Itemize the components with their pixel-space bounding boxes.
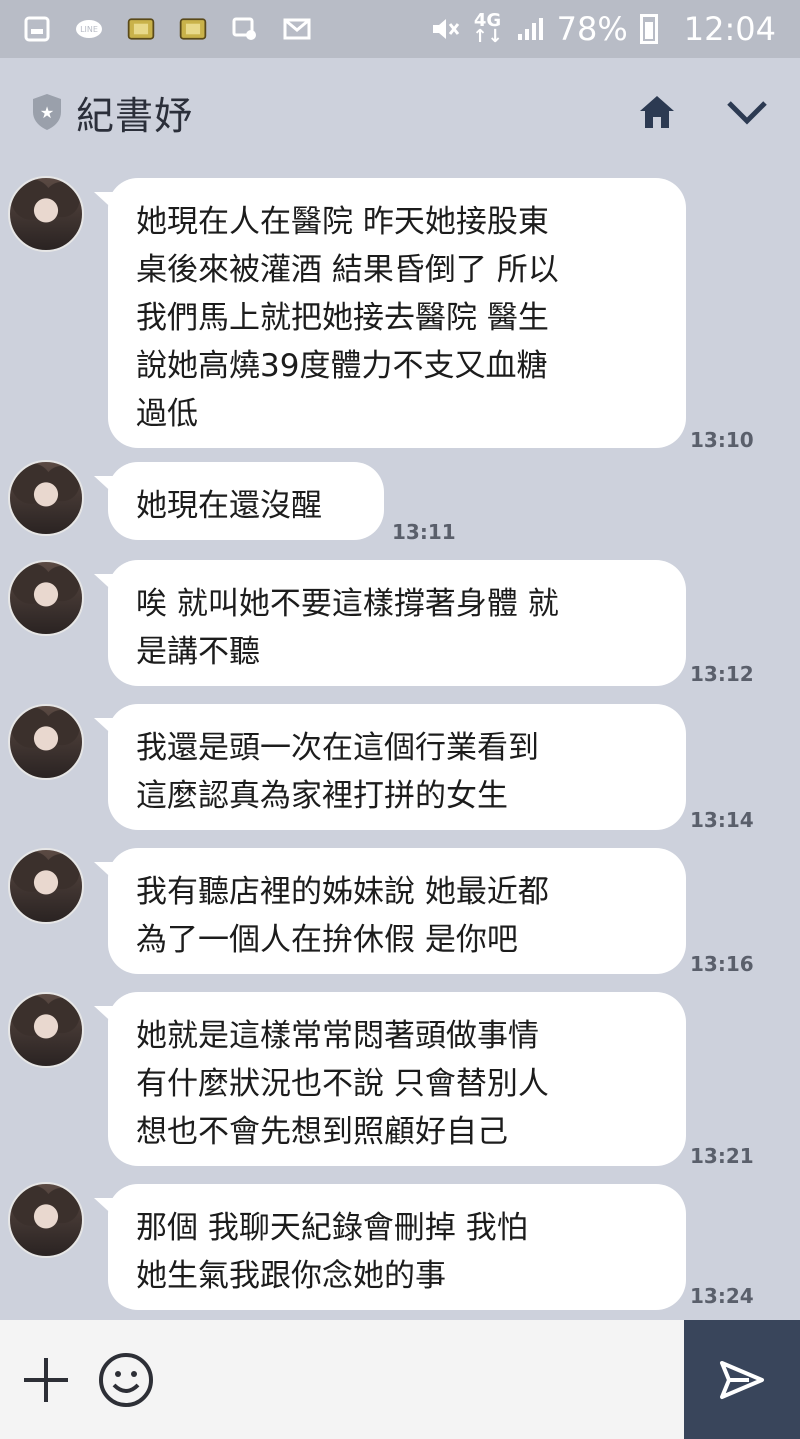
avatar[interactable] — [8, 460, 84, 536]
message-time: 13:21 — [690, 1144, 754, 1168]
send-icon — [720, 1360, 764, 1399]
message-time: 13:10 — [690, 428, 754, 452]
screenshot-icon — [230, 14, 260, 44]
message-list: 她現在人在醫院 昨天她接股東 桌後來被灌酒 結果昏倒了 所以 我們馬上就把她接去… — [0, 166, 800, 1320]
chat-title: 紀書妤 — [76, 93, 194, 138]
message-time: 13:11 — [392, 520, 456, 544]
shield-icon: ★ — [33, 94, 61, 130]
svg-text:LINE: LINE — [80, 25, 98, 34]
message-bubble: 那個 我聊天紀錄會刪掉 我怕 她生氣我跟你念她的事 — [94, 1184, 686, 1310]
sticker-button[interactable] — [96, 1350, 156, 1410]
status-left-icons: LINE — [0, 14, 312, 44]
message-bubble: 她就是這樣常常悶著頭做事情 有什麼狀況也不說 只會替別人 想也不會先想到照顧好自… — [94, 992, 686, 1166]
status-right-icons: 4G ↑↓ 78% 12:04 — [430, 10, 800, 48]
input-bar — [0, 1320, 800, 1439]
plus-icon — [24, 1357, 68, 1402]
clock: 12:04 — [683, 10, 776, 48]
chat-header: ★ 紀書妤 — [0, 58, 800, 166]
avatar[interactable] — [8, 992, 84, 1068]
network-arrows: ↑↓ — [472, 26, 503, 47]
avatar[interactable] — [8, 560, 84, 636]
header-actions — [634, 89, 800, 135]
mail-icon — [282, 14, 312, 44]
home-button[interactable] — [634, 89, 680, 135]
avatar[interactable] — [8, 848, 84, 924]
mute-icon — [430, 14, 460, 44]
avatar[interactable] — [8, 704, 84, 780]
notification-icon — [126, 14, 156, 44]
status-bar: LINE 4G ↑↓ 78% 12:04 — [0, 0, 800, 58]
add-attachment-button[interactable] — [16, 1350, 76, 1410]
message-bubble: 她現在人在醫院 昨天她接股東 桌後來被灌酒 結果昏倒了 所以 我們馬上就把她接去… — [94, 178, 686, 448]
message-time: 13:16 — [690, 952, 754, 976]
message-input[interactable] — [156, 1340, 684, 1420]
avatar[interactable] — [8, 176, 84, 252]
battery-percent: 78% — [556, 10, 628, 48]
gallery-icon — [22, 14, 52, 44]
message-bubble: 她現在還沒醒 — [94, 462, 384, 540]
svg-text:★: ★ — [40, 103, 54, 122]
battery-icon — [639, 14, 658, 44]
notification-icon — [178, 14, 208, 44]
smile-icon — [99, 1352, 153, 1407]
send-button[interactable] — [684, 1320, 800, 1439]
home-icon — [640, 96, 674, 128]
message-time: 13:24 — [690, 1284, 754, 1308]
message-bubble: 唉 就叫她不要這樣撐著身體 就 是講不聽 — [94, 560, 686, 686]
message-bubble: 我還是頭一次在這個行業看到 這麼認真為家裡打拼的女生 — [94, 704, 686, 830]
network-indicator: 4G ↑↓ — [472, 12, 503, 47]
menu-toggle-button[interactable] — [724, 89, 770, 135]
line-icon: LINE — [74, 14, 104, 44]
message-bubble: 我有聽店裡的姊妹說 她最近都 為了一個人在拚休假 是你吧 — [94, 848, 686, 974]
message-time: 13:12 — [690, 662, 754, 686]
avatar[interactable] — [8, 1182, 84, 1258]
message-time: 13:14 — [690, 808, 754, 832]
signal-icon — [515, 14, 545, 44]
chevron-down-icon — [727, 101, 767, 125]
